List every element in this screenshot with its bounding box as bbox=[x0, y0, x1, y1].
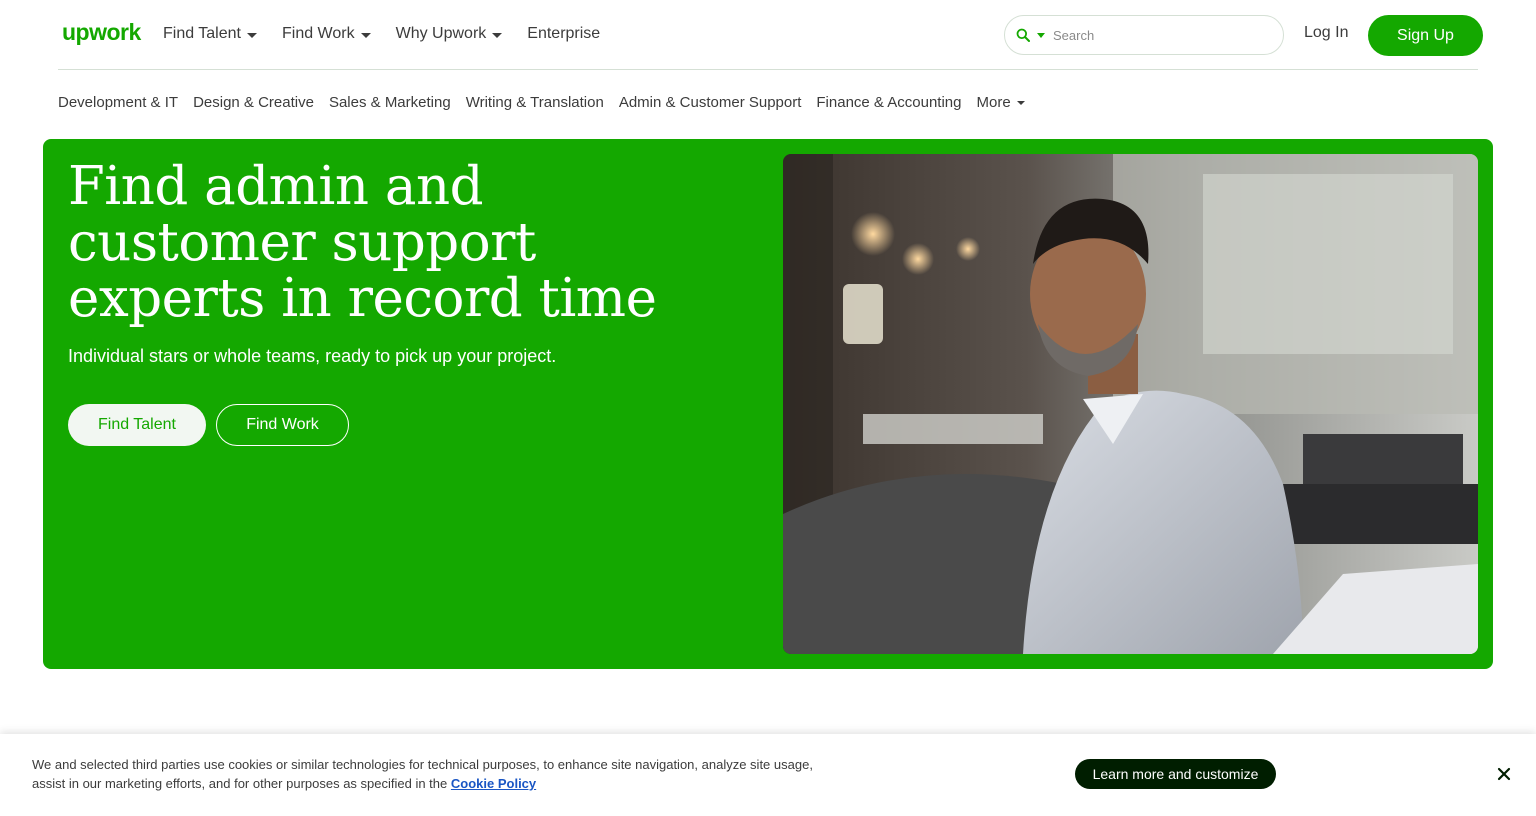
svg-text:upwork: upwork bbox=[62, 20, 141, 45]
search-bar bbox=[1004, 15, 1284, 55]
nav-find-talent-label: Find Talent bbox=[163, 25, 241, 42]
nav-enterprise[interactable]: Enterprise bbox=[527, 25, 600, 43]
category-more[interactable]: More bbox=[976, 93, 1025, 111]
cookie-customize-button[interactable]: Learn more and customize bbox=[1075, 759, 1276, 789]
upwork-logo-mark: upwork bbox=[62, 20, 142, 45]
chevron-down-icon bbox=[1016, 100, 1025, 105]
nav-enterprise-label: Enterprise bbox=[527, 25, 601, 42]
search-input[interactable] bbox=[1053, 27, 1263, 43]
cookie-banner: We and selected third parties use cookie… bbox=[0, 734, 1536, 816]
signup-button[interactable]: Sign Up bbox=[1368, 15, 1483, 56]
nav-find-work-label: Find Work bbox=[281, 25, 355, 42]
cookie-message: We and selected third parties use cookie… bbox=[32, 757, 813, 791]
header-divider bbox=[58, 69, 1478, 70]
category-writing-translation[interactable]: Writing & Translation bbox=[466, 94, 604, 111]
hero-title: Find admin and customer support experts … bbox=[68, 156, 657, 329]
top-header: upwork Find Talent Find Work Why Upwork … bbox=[0, 0, 1536, 70]
nav-find-talent[interactable]: Find Talent bbox=[163, 25, 257, 43]
category-sales-marketing[interactable]: Sales & Marketing bbox=[329, 94, 451, 111]
find-talent-button[interactable]: Find Talent bbox=[68, 404, 206, 446]
cookie-policy-link[interactable]: Cookie Policy bbox=[451, 776, 536, 791]
nav-find-work[interactable]: Find Work bbox=[282, 25, 371, 43]
search-type-dropdown-icon[interactable] bbox=[1037, 32, 1045, 38]
man-at-laptop-image bbox=[783, 154, 1478, 654]
chevron-down-icon bbox=[246, 32, 257, 38]
chevron-down-icon bbox=[360, 32, 371, 38]
nav-why-upwork[interactable]: Why Upwork bbox=[396, 25, 503, 43]
main-nav: Find Talent Find Work Why Upwork Enterpr… bbox=[163, 0, 625, 68]
category-admin-support[interactable]: Admin & Customer Support bbox=[619, 94, 802, 111]
category-more-label: More bbox=[976, 93, 1011, 111]
category-finance-accounting[interactable]: Finance & Accounting bbox=[816, 94, 961, 111]
find-work-button[interactable]: Find Work bbox=[216, 404, 349, 446]
chevron-down-icon bbox=[492, 32, 503, 38]
login-link[interactable]: Log In bbox=[1304, 24, 1348, 42]
category-nav: Development & IT Design & Creative Sales… bbox=[58, 90, 1040, 114]
cookie-text: We and selected third parties use cookie… bbox=[32, 755, 832, 793]
close-icon[interactable] bbox=[1494, 764, 1514, 784]
hero-banner: Find admin and customer support experts … bbox=[43, 139, 1493, 669]
upwork-logo[interactable]: upwork bbox=[62, 20, 144, 48]
hero-subtitle: Individual stars or whole teams, ready t… bbox=[68, 346, 557, 366]
hero-photo bbox=[783, 154, 1478, 654]
search-icon[interactable] bbox=[1015, 27, 1031, 43]
category-design-creative[interactable]: Design & Creative bbox=[193, 94, 314, 111]
nav-why-upwork-label: Why Upwork bbox=[395, 25, 487, 42]
category-development-it[interactable]: Development & IT bbox=[58, 94, 178, 111]
